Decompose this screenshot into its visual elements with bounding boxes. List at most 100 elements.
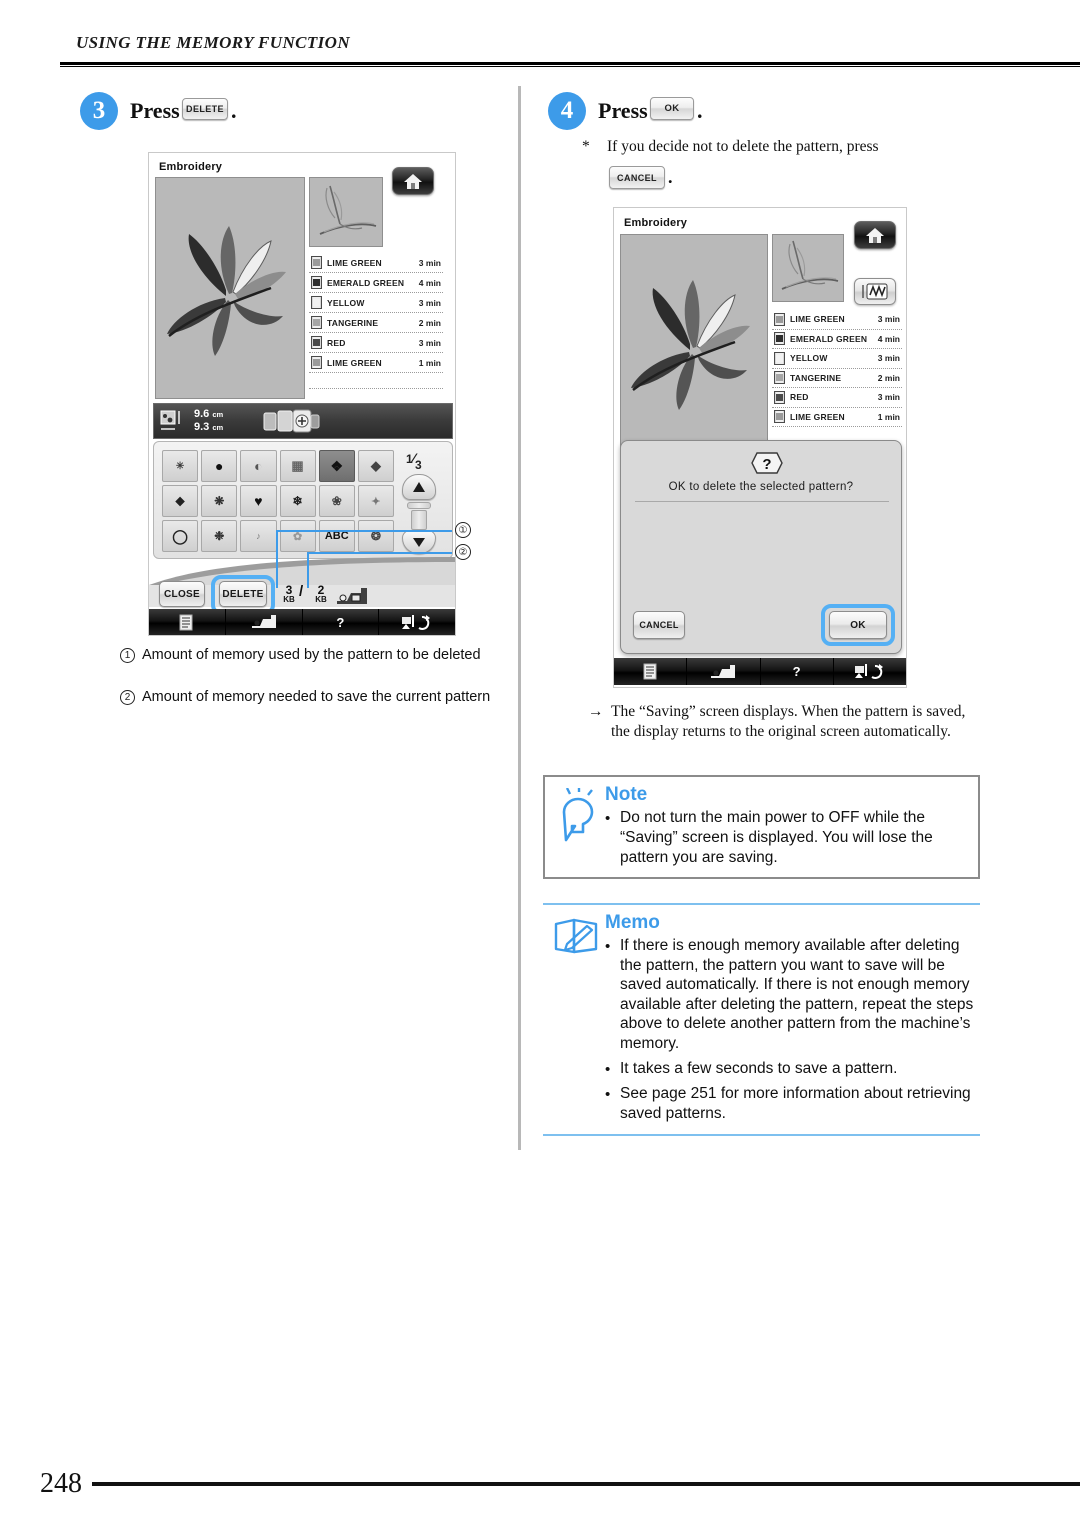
pattern-cell[interactable]: ❋ [201, 485, 238, 517]
note-bullet: • [605, 810, 611, 827]
toolbar-machine-button[interactable] [687, 658, 761, 685]
pattern-cell[interactable]: ❄ [279, 485, 316, 517]
memory-slash: / [299, 583, 304, 600]
pattern-thumb: ❂ [370, 529, 381, 543]
left-thread-list: LIME GREEN 3 min EMERALD GREEN 4 min YEL… [309, 253, 443, 389]
pattern-grid: ✳ ● ◐ ▦ ❖ ◆ ⬥ ❋ ♥ ❄ ❀ ✦ ◯ ❉ ♪ ✿ ABC ❂ [162, 450, 394, 552]
spool-icon [311, 296, 322, 309]
scroll-down-button[interactable] [402, 530, 436, 554]
thread-row: YELLOW 3 min [772, 349, 902, 369]
pattern-thumb: ◯ [172, 527, 188, 544]
callout-line-2-vertical [307, 552, 309, 588]
ok-button-inline[interactable]: OK [650, 97, 694, 120]
caption-marker-2: 2 [120, 690, 135, 705]
thread-name: LIME GREEN [790, 314, 845, 325]
thread-time: 3 min [418, 337, 441, 348]
thread-row: EMERALD GREEN 4 min [309, 273, 443, 293]
thread-row: YELLOW 3 min [309, 293, 443, 313]
right-thread-list: LIME GREEN 3 min EMERALD GREEN 4 min YEL… [772, 310, 902, 427]
delete-button-inline[interactable]: DELETE [182, 98, 228, 120]
left-pattern-preview-large [155, 177, 305, 399]
pattern-thumb: ✳ [175, 460, 185, 472]
cancel-button-inline[interactable]: CANCEL [609, 166, 665, 189]
arrow-up-icon [413, 482, 425, 492]
spool-icon [774, 312, 785, 326]
thread-row: TANGERINE 2 min [772, 369, 902, 388]
pattern-cell[interactable]: ❀ [318, 485, 355, 517]
pattern-thumb: ♪ [256, 531, 261, 541]
pattern-cell[interactable]: ❂ [357, 520, 394, 552]
thread-time: 3 min [877, 314, 900, 325]
thread-cut-button[interactable] [854, 278, 896, 305]
home-button-right[interactable] [854, 221, 896, 249]
home-icon [404, 173, 422, 189]
right-pattern-preview-large [620, 234, 768, 449]
home-icon [866, 227, 884, 243]
page-indicator: 1⁄3 [406, 450, 422, 472]
header-rule [60, 62, 1080, 65]
embroidery-art-small [319, 185, 377, 235]
right-screen-title: Embroidery [624, 217, 688, 229]
pattern-cell[interactable]: ⬥ [162, 485, 199, 517]
delete-button[interactable]: DELETE [219, 581, 267, 607]
thread-name: YELLOW [327, 297, 365, 308]
pattern-cell[interactable]: ✿ [279, 520, 316, 552]
spool-icon [774, 371, 785, 385]
question-icon: ? [751, 452, 783, 474]
pattern-cell[interactable]: ✦ [357, 485, 394, 517]
pattern-cell[interactable]: ◐ [240, 450, 277, 482]
thread-time: 4 min [877, 333, 900, 344]
dialog-message: OK to delete the selected pattern? [668, 481, 854, 493]
pattern-thumb: ◐ [254, 458, 263, 474]
pattern-cell-abc[interactable]: ABC [318, 520, 355, 552]
callout-marker-2: ② [455, 544, 471, 560]
pattern-cell[interactable]: ♥ [240, 485, 277, 517]
toolbar-list-button[interactable] [614, 658, 688, 685]
thread-time: 2 min [418, 317, 441, 328]
toolbar-needle-button[interactable] [379, 609, 455, 635]
step-3-press-label: Press [130, 98, 180, 123]
spool-icon [774, 332, 785, 346]
scrollbar-track[interactable] [411, 510, 427, 530]
machine-icon [711, 664, 736, 678]
toolbar-machine-button[interactable] [225, 609, 303, 635]
pattern-height: 9.3 cm [194, 421, 224, 433]
pattern-cell[interactable]: ◯ [162, 520, 199, 552]
thread-name: RED [790, 392, 809, 403]
step-4-number: 4 [548, 92, 586, 130]
thread-row: LIME GREEN 1 min [772, 408, 902, 427]
thread-time: 3 min [877, 353, 900, 364]
scroll-up-button[interactable] [402, 474, 436, 500]
embroidery-art-small-right [781, 240, 839, 290]
toolbar-help-button[interactable]: ? [302, 609, 380, 635]
thread-name: EMERALD GREEN [327, 277, 405, 288]
pattern-cell[interactable]: ▦ [279, 450, 316, 482]
pattern-cell[interactable]: ◆ [357, 450, 394, 482]
caption-text-1: Amount of memory used by the pattern to … [142, 647, 481, 663]
pattern-thumb: ● [215, 458, 224, 474]
dialog-cancel-button[interactable]: CANCEL [633, 611, 685, 639]
pattern-thumb: ❄ [292, 494, 303, 508]
pattern-cell[interactable]: ● [201, 450, 238, 482]
pattern-thumb: ✦ [371, 495, 381, 508]
column-divider [518, 86, 521, 1150]
manual-page: USING THE MEMORY FUNCTION 3 Press DELETE… [0, 0, 1080, 1527]
toolbar-help-button[interactable]: ? [760, 658, 834, 685]
home-button[interactable] [392, 167, 434, 195]
scrollbar-thumb[interactable] [407, 502, 431, 509]
thread-name: LIME GREEN [327, 357, 382, 368]
close-button[interactable]: CLOSE [159, 581, 205, 607]
pattern-cell-selected[interactable]: ❖ [318, 450, 355, 482]
dialog-ok-button[interactable]: OK [829, 611, 887, 639]
pattern-cell[interactable]: ✳ [162, 450, 199, 482]
thread-time: 2 min [877, 372, 900, 383]
toolbar-needle-button[interactable] [833, 658, 906, 685]
spool-icon [311, 356, 322, 369]
right-pattern-preview-small [772, 234, 844, 302]
pattern-cell[interactable]: ❉ [201, 520, 238, 552]
memo-item-3: See page 251 for more information about … [620, 1085, 971, 1122]
toolbar-list-button[interactable] [149, 609, 226, 635]
callout-marker-1: ① [455, 522, 471, 538]
right-screenshot: Embroidery LIME GREEN 3 min EMERALD GREE… [613, 207, 907, 688]
pattern-cell[interactable]: ♪ [240, 520, 277, 552]
